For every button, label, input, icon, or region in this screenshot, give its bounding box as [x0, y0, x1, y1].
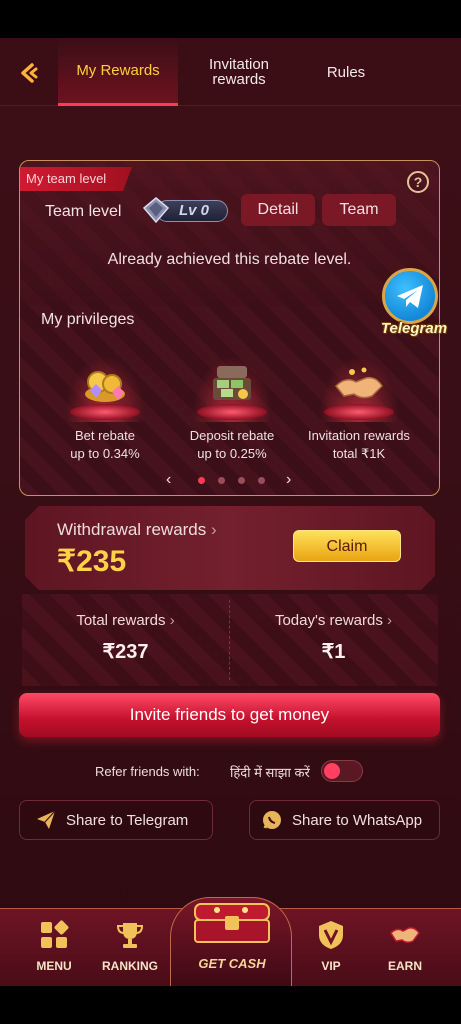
privilege-deposit-rebate-line1: Deposit rebate	[189, 428, 275, 443]
money-chest-icon	[213, 366, 251, 400]
nav-earn-label: EARN	[387, 959, 422, 973]
handshake-icon	[390, 927, 420, 944]
refer-language-row: Refer friends with: हिंदी में साझा करें	[0, 760, 461, 784]
share-telegram-button[interactable]: Share to Telegram	[19, 800, 213, 840]
trophy-icon	[116, 923, 144, 948]
privilege-deposit-rebate-line2: up to 0.25%	[197, 446, 267, 461]
refer-label: Refer friends with:	[95, 764, 200, 779]
pager-dot[interactable]	[238, 477, 245, 484]
whatsapp-icon	[260, 808, 284, 832]
back-arrow-icon	[21, 63, 38, 83]
privilege-invitation-line1: Invitation rewards	[308, 428, 410, 443]
nav-get-cash-label: GET CASH	[198, 956, 266, 971]
share-whatsapp-label: Share to WhatsApp	[292, 811, 423, 829]
share-telegram-label: Share to Telegram	[66, 811, 189, 829]
tab-my-rewards[interactable]: My Rewards	[58, 38, 178, 106]
app-screen: My Rewards Invitation rewards Rules My t…	[0, 38, 461, 986]
todays-rewards-value: ₹1	[321, 641, 346, 663]
claim-button[interactable]: Claim	[293, 530, 401, 562]
privilege-invitation-rewards[interactable]: Invitation rewards total ₹1K	[296, 354, 422, 462]
withdrawal-title-text: Withdrawal rewards	[57, 520, 207, 539]
privilege-deposit-rebate[interactable]: Deposit rebate up to 0.25%	[169, 354, 295, 462]
pager-next-icon[interactable]: ›	[286, 471, 291, 489]
top-tab-bar: My Rewards Invitation rewards Rules	[0, 38, 461, 106]
tab-rules[interactable]: Rules	[305, 38, 387, 106]
share-whatsapp-button[interactable]: Share to WhatsApp	[249, 800, 440, 840]
telegram-icon	[382, 268, 438, 324]
nav-earn[interactable]: EARN	[370, 909, 440, 986]
total-rewards[interactable]: Total rewards › ₹237	[22, 594, 229, 664]
nav-ranking-label: RANKING	[102, 959, 158, 973]
team-button[interactable]: Team	[322, 194, 396, 226]
nav-vip-label: VIP	[321, 959, 341, 973]
chevron-right-icon: ›	[211, 520, 217, 539]
level-badge: Lv 0	[142, 196, 228, 224]
pager-prev-icon[interactable]: ‹	[166, 471, 171, 489]
telegram-float-label: Telegram	[380, 320, 448, 337]
tab-rules-label: Rules	[326, 63, 366, 81]
rebate-status-text: Already achieved this rebate level.	[107, 251, 352, 268]
nav-ranking[interactable]: RANKING	[95, 909, 165, 986]
todays-rewards-label: Today's rewards	[274, 612, 383, 629]
bottom-navigation: MENU RANKING GET CASH VIP EARN	[0, 897, 461, 986]
pager-dot[interactable]	[258, 477, 265, 484]
detail-button[interactable]: Detail	[241, 194, 315, 226]
privilege-bet-rebate-line2: up to 0.34%	[70, 446, 140, 461]
refer-language-label: हिंदी में साझा करें	[230, 765, 310, 780]
invite-friends-button[interactable]: Invite friends to get money	[19, 693, 440, 737]
pager-dot[interactable]	[218, 477, 225, 484]
toggle-knob	[324, 763, 340, 779]
tab-my-rewards-label: My Rewards	[76, 62, 160, 79]
coins-gems-icon	[85, 371, 125, 402]
team-level-ribbon: My team level	[20, 167, 132, 191]
withdrawal-amount: ₹235	[57, 545, 127, 578]
chevron-right-icon: ›	[387, 612, 393, 629]
nav-menu-label: MENU	[36, 959, 72, 973]
nav-menu[interactable]: MENU	[19, 909, 89, 986]
vip-shield-icon	[319, 921, 343, 949]
paper-plane-icon	[34, 808, 58, 832]
withdrawal-title[interactable]: Withdrawal rewards ›	[57, 520, 217, 540]
privilege-invitation-line2: total ₹1K	[332, 446, 386, 461]
privilege-bet-rebate-line1: Bet rebate	[75, 428, 135, 443]
telegram-float-button[interactable]: Telegram	[372, 268, 456, 346]
status-bar	[0, 0, 461, 38]
withdrawal-rewards-panel: Withdrawal rewards › ₹235 Claim	[25, 506, 435, 590]
menu-grid-icon	[41, 920, 69, 948]
system-nav-bar	[0, 986, 461, 1024]
help-icon[interactable]: ?	[407, 171, 429, 193]
treasure-chest-icon	[194, 903, 270, 943]
handshake-icon	[334, 367, 383, 399]
todays-rewards[interactable]: Today's rewards › ₹1	[230, 594, 437, 664]
hindi-share-toggle[interactable]	[321, 760, 363, 782]
total-rewards-value: ₹237	[102, 641, 149, 663]
privileges-pager: ‹ ›	[160, 471, 300, 489]
nav-vip[interactable]: VIP	[296, 909, 366, 986]
back-button[interactable]	[14, 58, 44, 88]
tab-invitation-label-line1: Invitation	[208, 56, 270, 73]
privilege-bet-rebate[interactable]: Bet rebate up to 0.34%	[42, 354, 168, 462]
total-rewards-label: Total rewards	[76, 612, 166, 629]
chevron-right-icon: ›	[169, 612, 175, 629]
tab-invitation-rewards[interactable]: Invitation rewards	[190, 38, 288, 106]
tab-invitation-label-line2: rewards	[212, 71, 266, 88]
team-level-label: Team level	[45, 203, 122, 220]
pager-dot[interactable]	[198, 477, 205, 484]
level-gem-icon	[142, 197, 170, 224]
nav-get-cash[interactable]: GET CASH	[170, 897, 292, 986]
privileges-title: My privileges	[41, 311, 135, 328]
rewards-totals: Total rewards › ₹237 Today's rewards › ₹…	[22, 594, 438, 686]
